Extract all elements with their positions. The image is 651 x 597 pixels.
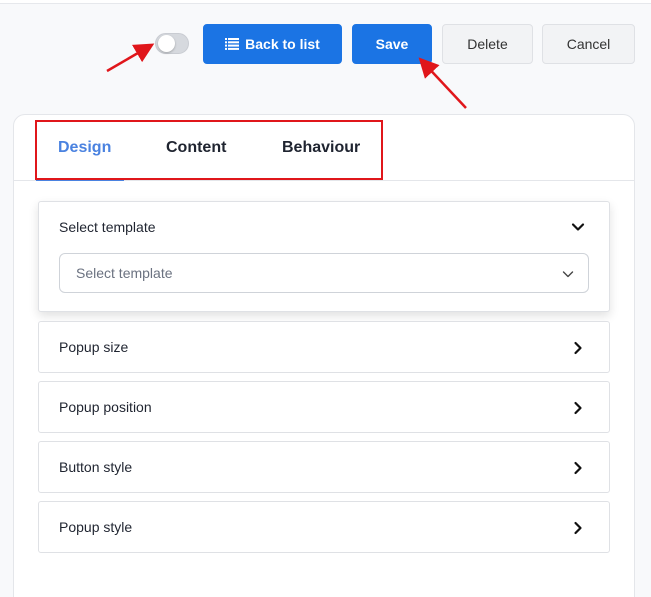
- chevron-down-icon[interactable]: [571, 220, 585, 234]
- accordion-button-style[interactable]: Button style: [38, 441, 610, 493]
- accordion-label: Popup position: [59, 399, 152, 415]
- template-select[interactable]: Select template: [59, 253, 589, 293]
- back-to-list-button[interactable]: Back to list: [203, 24, 342, 64]
- accordion-header-select-template[interactable]: Select template: [59, 219, 156, 235]
- accordion-popup-position[interactable]: Popup position: [38, 381, 610, 433]
- toggle-knob: [158, 35, 175, 52]
- arrow-to-save: [418, 57, 467, 109]
- accordion-select-template: Select template Select template: [38, 201, 610, 312]
- chevron-right-icon: [574, 521, 582, 535]
- arrow-to-toggle: [106, 43, 155, 73]
- delete-button[interactable]: Delete: [442, 24, 533, 64]
- back-to-list-label: Back to list: [245, 36, 320, 52]
- cancel-label: Cancel: [566, 36, 611, 52]
- list-icon: [225, 38, 240, 50]
- delete-label: Delete: [467, 36, 508, 52]
- cancel-button[interactable]: Cancel: [542, 24, 635, 64]
- status-toggle[interactable]: [155, 33, 189, 54]
- accordion-label: Popup style: [59, 519, 133, 535]
- save-button[interactable]: Save: [352, 24, 432, 64]
- save-label: Save: [375, 36, 409, 52]
- chevron-right-icon: [574, 461, 582, 475]
- accordion-label: Popup size: [59, 339, 129, 355]
- accordion-popup-style[interactable]: Popup style: [38, 501, 610, 553]
- template-select-placeholder: Select template: [76, 265, 173, 281]
- select-chevron-down-icon: [562, 271, 574, 278]
- top-divider: [0, 0, 651, 4]
- chevron-right-icon: [574, 341, 582, 355]
- chevron-right-icon: [574, 401, 582, 415]
- accordion-label: Button style: [59, 459, 133, 475]
- tabs-highlight-box: [35, 120, 383, 180]
- accordion-popup-size[interactable]: Popup size: [38, 321, 610, 373]
